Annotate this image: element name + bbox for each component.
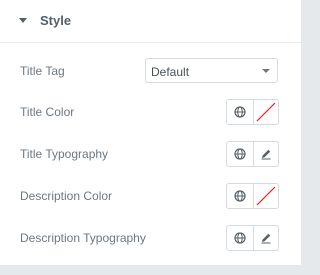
title-typography-edit-button[interactable]	[253, 142, 278, 166]
description-typography-controls	[226, 225, 279, 251]
section-title: Style	[40, 13, 72, 28]
description-color-picker[interactable]	[253, 184, 278, 208]
description-color-row: Description Color	[0, 181, 301, 211]
title-tag-select[interactable]: Default	[145, 58, 278, 83]
no-color-swatch	[256, 102, 275, 122]
globe-icon	[234, 232, 246, 244]
style-section-header[interactable]: Style	[0, 0, 301, 43]
description-typography-label: Description Typography	[20, 231, 146, 245]
description-color-controls	[226, 183, 279, 209]
caret-down-icon	[19, 18, 27, 23]
title-color-controls	[226, 99, 279, 125]
description-typography-row: Description Typography	[0, 223, 301, 253]
title-tag-row: Title Tag Default	[0, 56, 301, 86]
title-color-picker[interactable]	[253, 100, 278, 124]
title-tag-select-value: Default	[151, 65, 190, 79]
pencil-icon	[261, 233, 270, 244]
title-typography-global-button[interactable]	[227, 142, 254, 166]
title-typography-label: Title Typography	[20, 147, 109, 161]
title-color-row: Title Color	[0, 97, 301, 127]
chevron-down-icon	[262, 69, 270, 73]
title-color-label: Title Color	[20, 105, 75, 119]
style-panel: Style Title Tag Default Title Color Titl…	[0, 0, 302, 265]
description-typography-global-button[interactable]	[227, 226, 254, 250]
pencil-icon	[261, 149, 270, 160]
description-color-global-button[interactable]	[227, 184, 254, 208]
title-color-global-button[interactable]	[227, 100, 254, 124]
title-typography-controls	[226, 141, 279, 167]
globe-icon	[234, 190, 246, 202]
no-color-swatch	[256, 186, 275, 206]
description-typography-edit-button[interactable]	[253, 226, 278, 250]
title-tag-label: Title Tag	[20, 64, 65, 78]
globe-icon	[234, 106, 246, 118]
globe-icon	[234, 148, 246, 160]
description-color-label: Description Color	[20, 189, 113, 203]
title-typography-row: Title Typography	[0, 139, 301, 169]
